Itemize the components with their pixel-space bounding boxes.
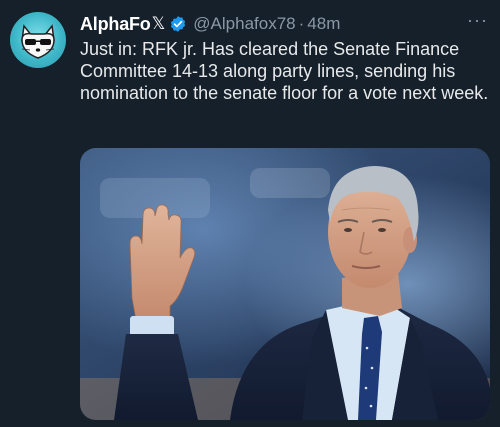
more-options-icon[interactable]: ··· — [467, 10, 488, 31]
tweet-timestamp[interactable]: 48m — [307, 14, 340, 34]
tweet[interactable]: AlphaFo 𝕏 @Alphafox78 · 48m ··· Just in:… — [0, 0, 500, 427]
tweet-header: AlphaFo 𝕏 @Alphafox78 · 48m ··· — [80, 10, 488, 36]
author-handle[interactable]: @Alphafox78 — [193, 14, 295, 34]
verified-badge-icon — [169, 15, 187, 33]
tweet-media-photo[interactable] — [80, 148, 490, 420]
fox-avatar-icon — [21, 24, 55, 59]
separator-dot: · — [298, 14, 305, 33]
photo-man-raising-hand-icon — [80, 148, 490, 420]
author-name[interactable]: AlphaFo — [80, 14, 151, 35]
tweet-text: Just in: RFK jr. Has cleared the Senate … — [80, 39, 489, 103]
avatar[interactable] — [10, 12, 66, 68]
author-name-suffix: 𝕏 — [151, 14, 166, 33]
